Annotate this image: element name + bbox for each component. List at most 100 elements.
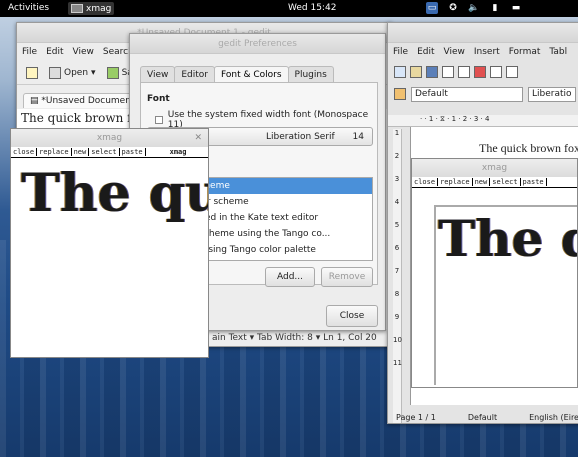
ruler-number: 6 [394,244,400,252]
ruler-number: 1 [394,129,400,137]
top-bar: Activities xmag Wed 15:42 ▭ ✪ 🔈 ▮ ▬ [0,0,578,17]
magnified-text: The qu [438,209,577,268]
paragraph-style-combo[interactable]: Default [411,86,523,102]
menu-format[interactable]: Format [509,47,541,57]
writer-menubar: File Edit View Insert Format Tabl [388,43,578,61]
document-tab-label: *Unsaved Document 1 [41,96,144,106]
print-preview-icon[interactable] [506,66,518,78]
add-scheme-button[interactable]: Add... [265,267,315,287]
xmag-window: xmag close replace new select paste xma … [411,158,578,388]
writer-title [388,23,578,43]
xmag-button-bar: close replace new select paste xmag [11,147,208,158]
save-icon[interactable] [426,66,438,78]
menu-edit[interactable]: Edit [417,47,434,57]
language: English (Eire) [529,413,578,422]
tab-font-colors[interactable]: Font & Colors [214,66,289,83]
open-icon[interactable] [410,66,422,78]
tab-view[interactable]: View [140,66,176,83]
xmag-close-button[interactable]: close [412,178,439,186]
xmag-new-button[interactable]: new [72,148,90,156]
font-size: 14 [352,131,364,142]
writer-statusbar: Page 1 / 1 Default English (Eire) [388,411,578,423]
xmag-paste-button[interactable]: paste [521,178,547,186]
font-name: Liberation Serif [266,131,335,142]
xmag-replace-button[interactable]: replace [438,178,473,186]
xmag-close-button[interactable]: close [11,148,38,156]
new-document-icon [26,66,38,79]
ruler-number: 5 [394,221,400,229]
system-font-checkbox[interactable] [155,116,163,124]
close-button[interactable]: Close [326,305,378,327]
battery-icon[interactable]: ▮ [489,2,501,14]
ruler-number: 4 [394,198,400,206]
new-document-icon[interactable] [394,66,406,78]
pdf-icon[interactable] [474,66,486,78]
ruler-number: 3 [394,175,400,183]
menu-view[interactable]: View [73,47,94,57]
accessibility-icon[interactable]: ✪ [447,2,459,14]
document-icon: ▤ [30,96,39,106]
app-menu-label: xmag [86,3,112,14]
export-icon[interactable] [442,66,454,78]
font-heading: Font [147,94,170,104]
writer-toolbar [388,61,578,83]
chevron-down-icon: ▾ [91,67,96,78]
close-icon[interactable]: ✕ [194,129,202,147]
page-style: Default [467,413,498,422]
font-name-combo[interactable]: Liberatio [528,86,576,102]
activities-button[interactable]: Activities [8,3,49,13]
magnified-text: The quic [21,163,208,224]
menu-table[interactable]: Tabl [549,47,567,57]
menu-insert[interactable]: Insert [474,47,500,57]
tab-plugins[interactable]: Plugins [287,66,334,83]
print-icon[interactable] [490,66,502,78]
document-text: The quick brown fox [479,141,578,155]
page-count: Page 1 / 1 [396,413,436,422]
menu-file[interactable]: File [393,47,408,57]
ruler-number: 7 [394,267,400,275]
xmag-new-button[interactable]: new [473,178,491,186]
xmag-window: xmag ✕ close replace new select paste xma… [10,128,209,358]
display-icon[interactable]: ▭ [426,2,438,14]
remove-scheme-button[interactable]: Remove [321,267,373,287]
xmag-select-button[interactable]: select [89,148,120,156]
ruler-number: 2 [394,152,400,160]
save-icon [106,66,119,79]
xmag-magnified-view[interactable]: The qu [434,205,577,385]
vertical-ruler: 1 2 3 4 5 6 7 8 9 10 11 [393,129,402,423]
user-icon[interactable]: ▬ [510,2,522,14]
styles-icon[interactable] [394,88,406,100]
formatting-toolbar: Default Liberatio [388,83,578,105]
xmag-title-text: xmag [96,133,123,143]
menu-edit[interactable]: Edit [46,47,63,57]
open-label: Open [64,67,89,78]
xmag-button-bar: close replace new select paste xma [412,177,577,188]
edit-icon[interactable] [458,66,470,78]
new-button[interactable] [23,64,41,82]
menu-file[interactable]: File [22,47,37,57]
horizontal-ruler: · · 1 · ⧖ · 1 · 2 · 3 · 4 [388,115,578,127]
clock[interactable]: Wed 15:42 [288,3,336,13]
xmag-magnified-view[interactable]: The quic [11,159,208,357]
xmag-title: xmag ✕ [11,129,208,147]
prefs-tabs: View Editor Font & Colors Plugins [140,66,334,83]
ruler-number: 11 [393,359,402,367]
xmag-select-button[interactable]: select [490,178,521,186]
app-menu[interactable]: xmag [68,2,115,15]
xmag-replace-button[interactable]: replace [37,148,72,156]
volume-icon[interactable]: 🔈 [468,2,480,14]
ruler-number: 10 [393,336,402,344]
paragraph-style-value: Default [415,88,448,99]
xmag-label: xmag [169,148,187,156]
open-button[interactable]: Open ▾ [46,64,99,82]
system-tray: ▭ ✪ 🔈 ▮ ▬ [426,2,522,14]
app-icon [71,4,83,13]
folder-icon [49,66,61,79]
xmag-title: xmag [412,159,577,177]
xmag-paste-button[interactable]: paste [120,148,146,156]
menu-view[interactable]: View [444,47,465,57]
prefs-title: gedit Preferences [130,34,385,54]
font-name-value: Liberatio [532,88,572,99]
tab-editor[interactable]: Editor [174,66,215,83]
ruler-number: 8 [394,290,400,298]
